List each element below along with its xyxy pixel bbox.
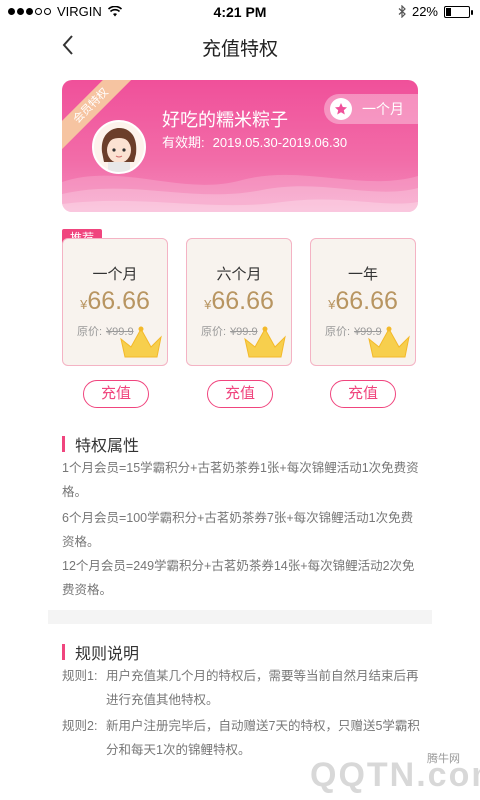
validity-label: 有效期: [162,135,205,150]
nav-bar: 充值特权 [0,24,480,68]
plan-card-1-year[interactable]: 一年 ¥66.66 原价: ¥99.9 [310,238,416,366]
benefits-title-text: 特权属性 [75,438,140,455]
section-marker [62,436,65,452]
plan-price: ¥66.66 [311,287,415,316]
plan-name: 一个月 [92,266,138,283]
status-right: 22% [398,4,473,19]
benefits-title: 特权属性 [62,432,139,456]
validity: 有效期: 2019.05.30-2019.06.30 [162,132,347,151]
plan-price: ¥66.66 [187,287,291,316]
crown-icon [120,326,162,358]
battery-percent: 22% [411,4,438,19]
avatar-illustration [94,122,144,172]
battery-fill [446,7,451,16]
battery-icon [444,5,473,18]
watermark: 腾牛网 QQTN.com [270,740,480,800]
crown-icon [244,326,286,358]
price-value: 66.66 [87,287,150,315]
watermark-logo: QQTN.com [310,756,480,794]
rules-title: 规则说明 [62,640,139,664]
original-price-label: 原价: [325,326,351,338]
rule-label: 规则2: [62,719,98,733]
plan-price: ¥66.66 [63,287,167,316]
benefit-line-2: 6个月会员=100学霸积分+古茗奶茶券7张+每次锦鲤活动1次免费资格。 [62,511,414,549]
page-title: 充值特权 [201,39,278,60]
section-divider [48,610,432,624]
benefit-line-3: 12个月会员=249学霸积分+古茗奶茶券14张+每次锦鲤活动2次免费资格。 [62,559,415,597]
current-plan-label: 一个月 [362,101,404,117]
recharge-button-6-months[interactable]: 充值 [207,380,273,408]
star-icon [330,98,352,120]
validity-range: 2019.05.30-2019.06.30 [212,135,348,150]
member-card: 会员特权 好吃的糯米粽子 有效期: 2019.05.30-2019.06.30 一… [62,80,418,212]
price-value: 66.66 [211,287,274,315]
price-value: 66.66 [335,287,398,315]
plan-name: 一年 [347,266,378,283]
bluetooth-icon [398,5,406,18]
recharge-button-1-month[interactable]: 充值 [83,380,149,408]
crown-icon [368,326,410,358]
plan-name: 六个月 [216,266,262,283]
recharge-button-1-year[interactable]: 充值 [330,380,396,408]
rules-title-text: 规则说明 [75,646,140,663]
original-price-label: 原价: [77,326,103,338]
plan-card-1-month[interactable]: 一个月 ¥66.66 原价: ¥99.9 [62,238,168,366]
status-bar: VIRGIN 4:21 PM 22% [0,0,480,24]
rule-item-1: 规则1: 用户充值某几个月的特权后，需要等当前自然月结束后再进行充值其他特权。 [62,664,422,712]
avatar[interactable] [92,120,146,174]
rule-label: 规则1: [62,669,98,683]
plan-card-6-months[interactable]: 六个月 ¥66.66 原价: ¥99.9 [186,238,292,366]
original-price-label: 原价: [201,326,227,338]
benefit-line-1: 1个月会员=15学霸积分+古茗奶茶券1张+每次锦鲤活动1次免费资格。 [62,461,419,499]
section-marker [62,644,65,660]
user-name: 好吃的糯米粽子 [162,110,288,130]
rule-text: 用户充值某几个月的特权后，需要等当前自然月结束后再进行充值其他特权。 [106,669,419,707]
current-plan-pill: 一个月 [324,94,418,124]
